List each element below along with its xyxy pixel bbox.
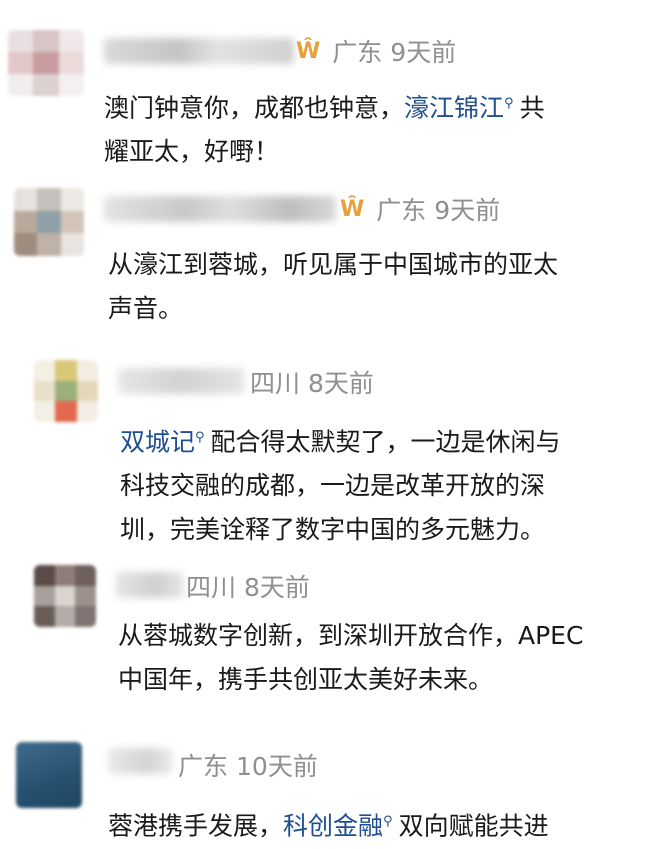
avatar[interactable] bbox=[16, 742, 82, 808]
comment-meta: Ŵ 广东 9天前 bbox=[296, 33, 456, 69]
comment-text: 蓉港携手发展，科创金融⚲ 双向赋能共进 bbox=[108, 811, 549, 841]
topic-link[interactable]: 双城记 bbox=[120, 427, 195, 456]
comment-meta: 广东 10天前 bbox=[178, 747, 318, 783]
medal-icon: Ŵ bbox=[340, 196, 365, 222]
comment-meta: Ŵ 广东 9天前 bbox=[340, 191, 500, 227]
search-icon: ⚲ bbox=[504, 96, 514, 111]
search-icon: ⚲ bbox=[383, 814, 393, 829]
topic-link[interactable]: 濠江锦江 bbox=[404, 93, 504, 122]
blurred-username[interactable] bbox=[108, 748, 172, 774]
blurred-username[interactable] bbox=[104, 196, 336, 222]
blurred-username[interactable] bbox=[116, 572, 184, 598]
time: 9天前 bbox=[434, 196, 501, 225]
comment-text: 从蓉城数字创新，到深圳开放合作，APEC 中国年，携手共创亚太美好未来。 bbox=[118, 621, 584, 694]
blurred-username[interactable] bbox=[104, 38, 294, 64]
comment-text: 双城记⚲ 配合得太默契了，一边是休闲与 科技交融的成都，一边是改革开放的深 圳，完… bbox=[120, 427, 561, 545]
avatar[interactable] bbox=[14, 188, 84, 256]
medal-icon: Ŵ bbox=[296, 38, 321, 64]
avatar[interactable] bbox=[34, 565, 96, 627]
comment-meta: 四川 8天前 bbox=[186, 568, 310, 604]
location: 四川 bbox=[250, 369, 301, 398]
time: 8天前 bbox=[244, 573, 310, 602]
location: 广东 bbox=[376, 196, 427, 225]
comment-meta: 四川 8天前 bbox=[250, 364, 374, 400]
location: 四川 bbox=[186, 573, 237, 602]
avatar[interactable] bbox=[34, 360, 98, 422]
location: 广东 bbox=[332, 38, 383, 67]
comment-text: 澳门钟意你，成都也钟意，濠江锦江⚲ 共 耀亚太，好嘢！ bbox=[104, 93, 545, 167]
time: 8天前 bbox=[308, 369, 374, 398]
time: 9天前 bbox=[390, 38, 457, 67]
blurred-username[interactable] bbox=[118, 368, 244, 394]
topic-link[interactable]: 科创金融 bbox=[283, 811, 383, 840]
avatar[interactable] bbox=[8, 30, 84, 96]
time: 10天前 bbox=[236, 752, 318, 781]
location: 广东 bbox=[178, 752, 229, 781]
comment-text: 从濠江到蓉城，听见属于中国城市的亚太 声音。 bbox=[108, 250, 559, 323]
search-icon: ⚲ bbox=[195, 430, 205, 445]
